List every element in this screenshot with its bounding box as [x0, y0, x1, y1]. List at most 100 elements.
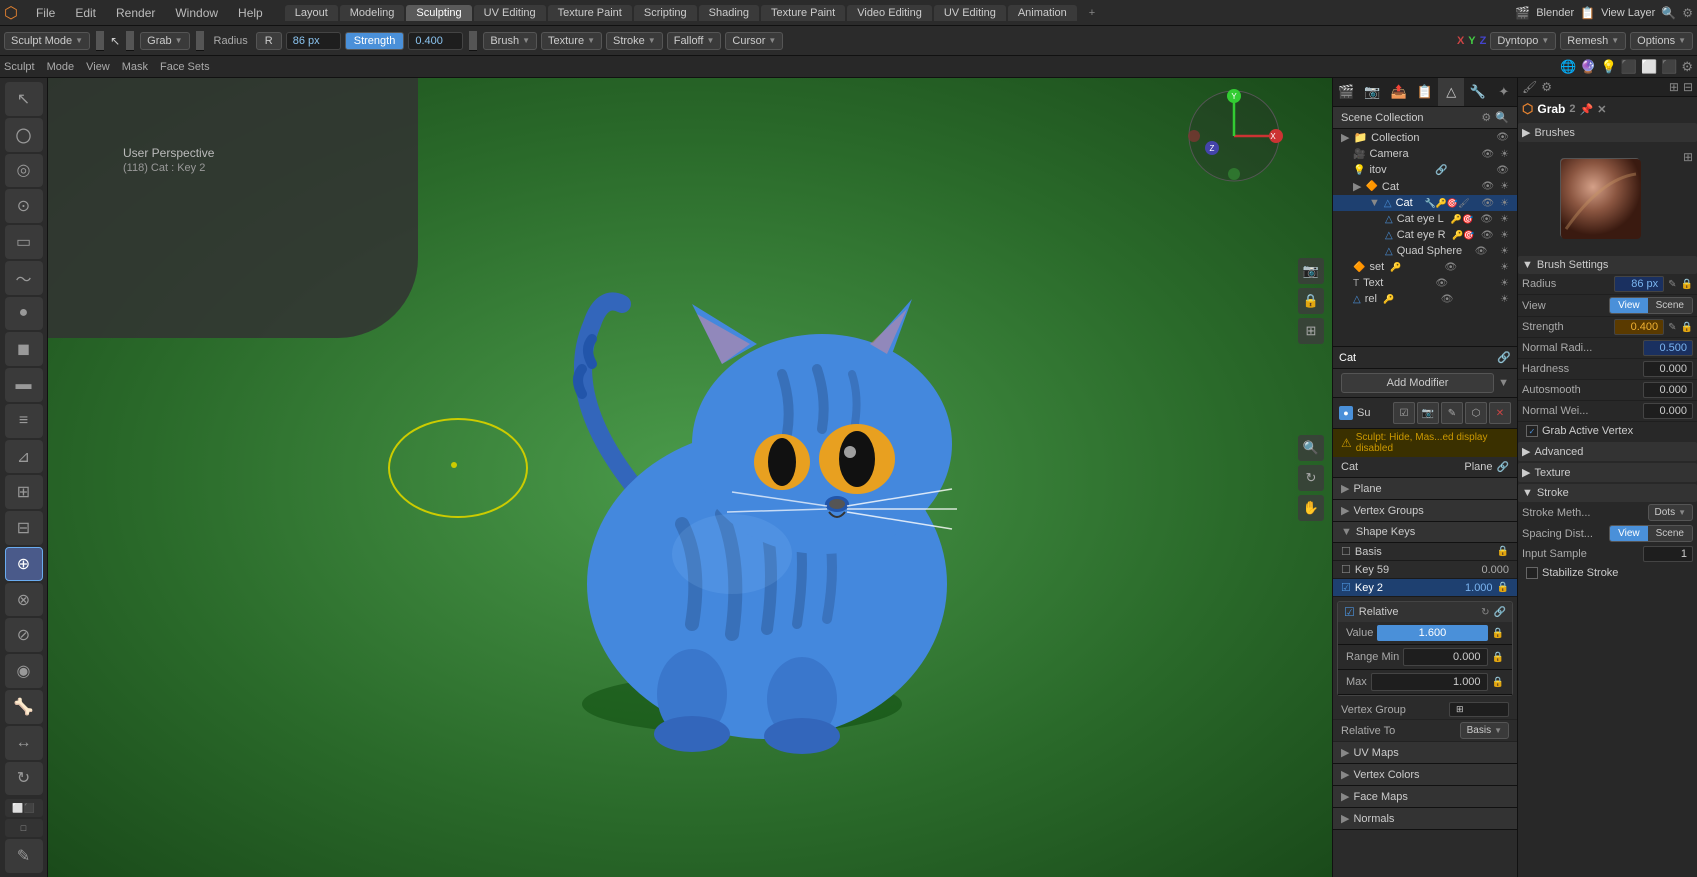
- shape-key-2[interactable]: ☑ Key 2 1.000 🔒: [1333, 579, 1517, 597]
- vertex-groups-header[interactable]: ▶ Vertex Groups: [1333, 500, 1517, 522]
- tool-elastic-deform[interactable]: ⊗: [5, 583, 43, 617]
- hardness-field[interactable]: 0.000: [1643, 361, 1693, 377]
- sculpt-mode-sub[interactable]: Sculpt: [4, 61, 35, 73]
- tool-nudge[interactable]: ↔: [5, 726, 43, 760]
- face-maps-header[interactable]: ▶ Face Maps: [1333, 786, 1517, 808]
- quad-sphere-eye[interactable]: 👁: [1475, 246, 1488, 257]
- outliner-item-light[interactable]: 💡 itov 🔗 👁: [1333, 162, 1517, 178]
- tool-pinch[interactable]: ◎: [5, 154, 43, 188]
- grid-icon[interactable]: ⊞: [1298, 318, 1324, 344]
- navigation-gizmo[interactable]: X Y Z: [1184, 86, 1284, 186]
- zoom-in-icon[interactable]: 🔍: [1298, 435, 1324, 461]
- mod-realtime-icon[interactable]: ☑: [1393, 402, 1415, 424]
- strength-edit-icon[interactable]: ✎: [1668, 322, 1676, 333]
- radius-edit-icon[interactable]: ✎: [1668, 279, 1676, 290]
- brush-preview[interactable]: [1560, 158, 1640, 238]
- text-render[interactable]: ☀: [1500, 278, 1509, 289]
- tool-pose[interactable]: 🦴: [5, 690, 43, 724]
- tab-animation[interactable]: Animation: [1008, 5, 1077, 21]
- shape-key-basis-lock[interactable]: 🔒: [1497, 546, 1509, 557]
- tool-grab[interactable]: ⊕: [5, 547, 43, 581]
- viewport-icon-7[interactable]: ⚙: [1681, 59, 1693, 75]
- light-eye[interactable]: 👁: [1496, 165, 1509, 176]
- outliner-item-set[interactable]: 🔶 set 🔑 👁 ☀: [1333, 259, 1517, 275]
- max-field[interactable]: 1.000: [1371, 673, 1488, 691]
- options-dropdown[interactable]: Options ▼: [1630, 32, 1693, 50]
- search-icon[interactable]: 🔍: [1661, 6, 1676, 20]
- tab-uv-editing2[interactable]: UV Editing: [934, 5, 1006, 21]
- plane-section-header[interactable]: ▶ Plane: [1333, 478, 1517, 500]
- tool-multiplane-scrape[interactable]: ⊿: [5, 440, 43, 474]
- menu-edit[interactable]: Edit: [69, 4, 102, 22]
- normal-weight-field[interactable]: 0.000: [1643, 403, 1693, 419]
- lock-view-icon[interactable]: 🔒: [1298, 288, 1324, 314]
- tool-annotate[interactable]: ✎: [5, 839, 43, 873]
- panel-sort-icon[interactable]: ⊟: [1683, 80, 1693, 94]
- menu-file[interactable]: File: [30, 4, 61, 22]
- set-render[interactable]: ☀: [1500, 262, 1509, 273]
- tab-video-editing[interactable]: Video Editing: [847, 5, 932, 21]
- tool-smooth[interactable]: 〇: [5, 118, 43, 152]
- normal-radius-field[interactable]: 0.500: [1643, 340, 1693, 356]
- text-eye[interactable]: 👁: [1435, 278, 1448, 289]
- mod-edit-icon[interactable]: ✎: [1441, 402, 1463, 424]
- panel-expand-icon[interactable]: ⊞: [1669, 80, 1679, 94]
- input-sample-field[interactable]: 1: [1643, 546, 1693, 562]
- dyntopo-dropdown[interactable]: Dyntopo ▼: [1490, 32, 1556, 50]
- tool-face-sets[interactable]: ⬜⬛: [5, 799, 43, 817]
- rotate-view-icon[interactable]: ↻: [1298, 465, 1324, 491]
- tab-layout[interactable]: Layout: [285, 5, 338, 21]
- tab-render-icon[interactable]: 📷: [1359, 78, 1385, 106]
- viewport-icon-6[interactable]: ⬛: [1661, 59, 1677, 75]
- tab-scene-icon[interactable]: 🎬: [1333, 78, 1359, 106]
- outliner-item-text[interactable]: T Text 👁 ☀: [1333, 275, 1517, 291]
- mode-sub[interactable]: Mode: [47, 61, 75, 73]
- relative-refresh-icon[interactable]: ↻: [1481, 607, 1489, 618]
- range-min-lock[interactable]: 🔒: [1492, 652, 1504, 663]
- y-axis-btn[interactable]: Y: [1468, 35, 1475, 47]
- grab-active-vertex-checkbox[interactable]: ✓: [1526, 425, 1538, 437]
- camera-eye[interactable]: 👁: [1481, 149, 1494, 160]
- outliner-item-cat-group[interactable]: ▶ 🔶 Cat 👁 ☀: [1333, 178, 1517, 195]
- tool-crease[interactable]: 〜: [5, 261, 43, 295]
- face-sets-sub[interactable]: Face Sets: [160, 61, 210, 73]
- tool-blob[interactable]: ●: [5, 297, 43, 331]
- brush-icon-1[interactable]: 🖌: [1522, 80, 1537, 94]
- tab-view-layer-icon[interactable]: 📋: [1412, 78, 1438, 106]
- brush-icon-2[interactable]: ⚙: [1541, 80, 1552, 94]
- strength-lock-icon[interactable]: 🔒: [1681, 322, 1693, 333]
- viewport[interactable]: User Perspective (118) Cat : Key 2: [48, 78, 1332, 877]
- cat-eye-l-render[interactable]: ☀: [1500, 214, 1509, 225]
- cat-mesh-eye[interactable]: 👁: [1481, 198, 1494, 209]
- tab-modifier-icon[interactable]: 🔧: [1464, 78, 1490, 106]
- stroke-section[interactable]: ▼ Stroke: [1518, 484, 1697, 502]
- tool-scrape[interactable]: ⊟: [5, 511, 43, 545]
- brush-radius-field[interactable]: 86 px: [1614, 276, 1664, 292]
- shape-key-59[interactable]: ☐ Key 59 0.000: [1333, 561, 1517, 579]
- tool-clay-strips[interactable]: ▬: [5, 368, 43, 402]
- tool-inflate[interactable]: ⊙: [5, 189, 43, 223]
- mod-cage-icon[interactable]: ⬡: [1465, 402, 1487, 424]
- shape-key-2-lock[interactable]: 🔒: [1497, 582, 1509, 593]
- plane-link-icon[interactable]: 🔗: [1497, 462, 1509, 473]
- shape-keys-header[interactable]: ▼ Shape Keys: [1333, 522, 1517, 543]
- tool-fill[interactable]: ⊞: [5, 475, 43, 509]
- add-modifier-btn[interactable]: Add Modifier: [1341, 373, 1494, 393]
- mode-dropdown[interactable]: Sculpt Mode ▼: [4, 32, 90, 50]
- view-sub[interactable]: View: [86, 61, 110, 73]
- mod-x-icon[interactable]: ✕: [1489, 402, 1511, 424]
- outliner-item-rel[interactable]: △ rel 🔑 👁 ☀: [1333, 291, 1517, 307]
- brushes-section[interactable]: ▶ Brushes: [1518, 123, 1697, 142]
- set-eye[interactable]: 👁: [1444, 262, 1457, 273]
- menu-window[interactable]: Window: [169, 4, 224, 22]
- outliner-item-quad-sphere[interactable]: △ Quad Sphere 👁 ☀: [1333, 243, 1517, 259]
- cat-group-eye[interactable]: 👁: [1481, 181, 1494, 192]
- spacing-dist-scene[interactable]: Scene: [1648, 526, 1692, 541]
- viewport-icon-2[interactable]: 🔮: [1580, 59, 1596, 75]
- strength-toggle[interactable]: Strength: [345, 32, 405, 50]
- tool-select[interactable]: ↖: [5, 82, 43, 116]
- tool-thumb[interactable]: ◉: [5, 654, 43, 688]
- uv-maps-header[interactable]: ▶ UV Maps: [1333, 742, 1517, 764]
- tab-modeling[interactable]: Modeling: [340, 5, 405, 21]
- relative-to-dropdown[interactable]: Basis ▼: [1460, 722, 1509, 739]
